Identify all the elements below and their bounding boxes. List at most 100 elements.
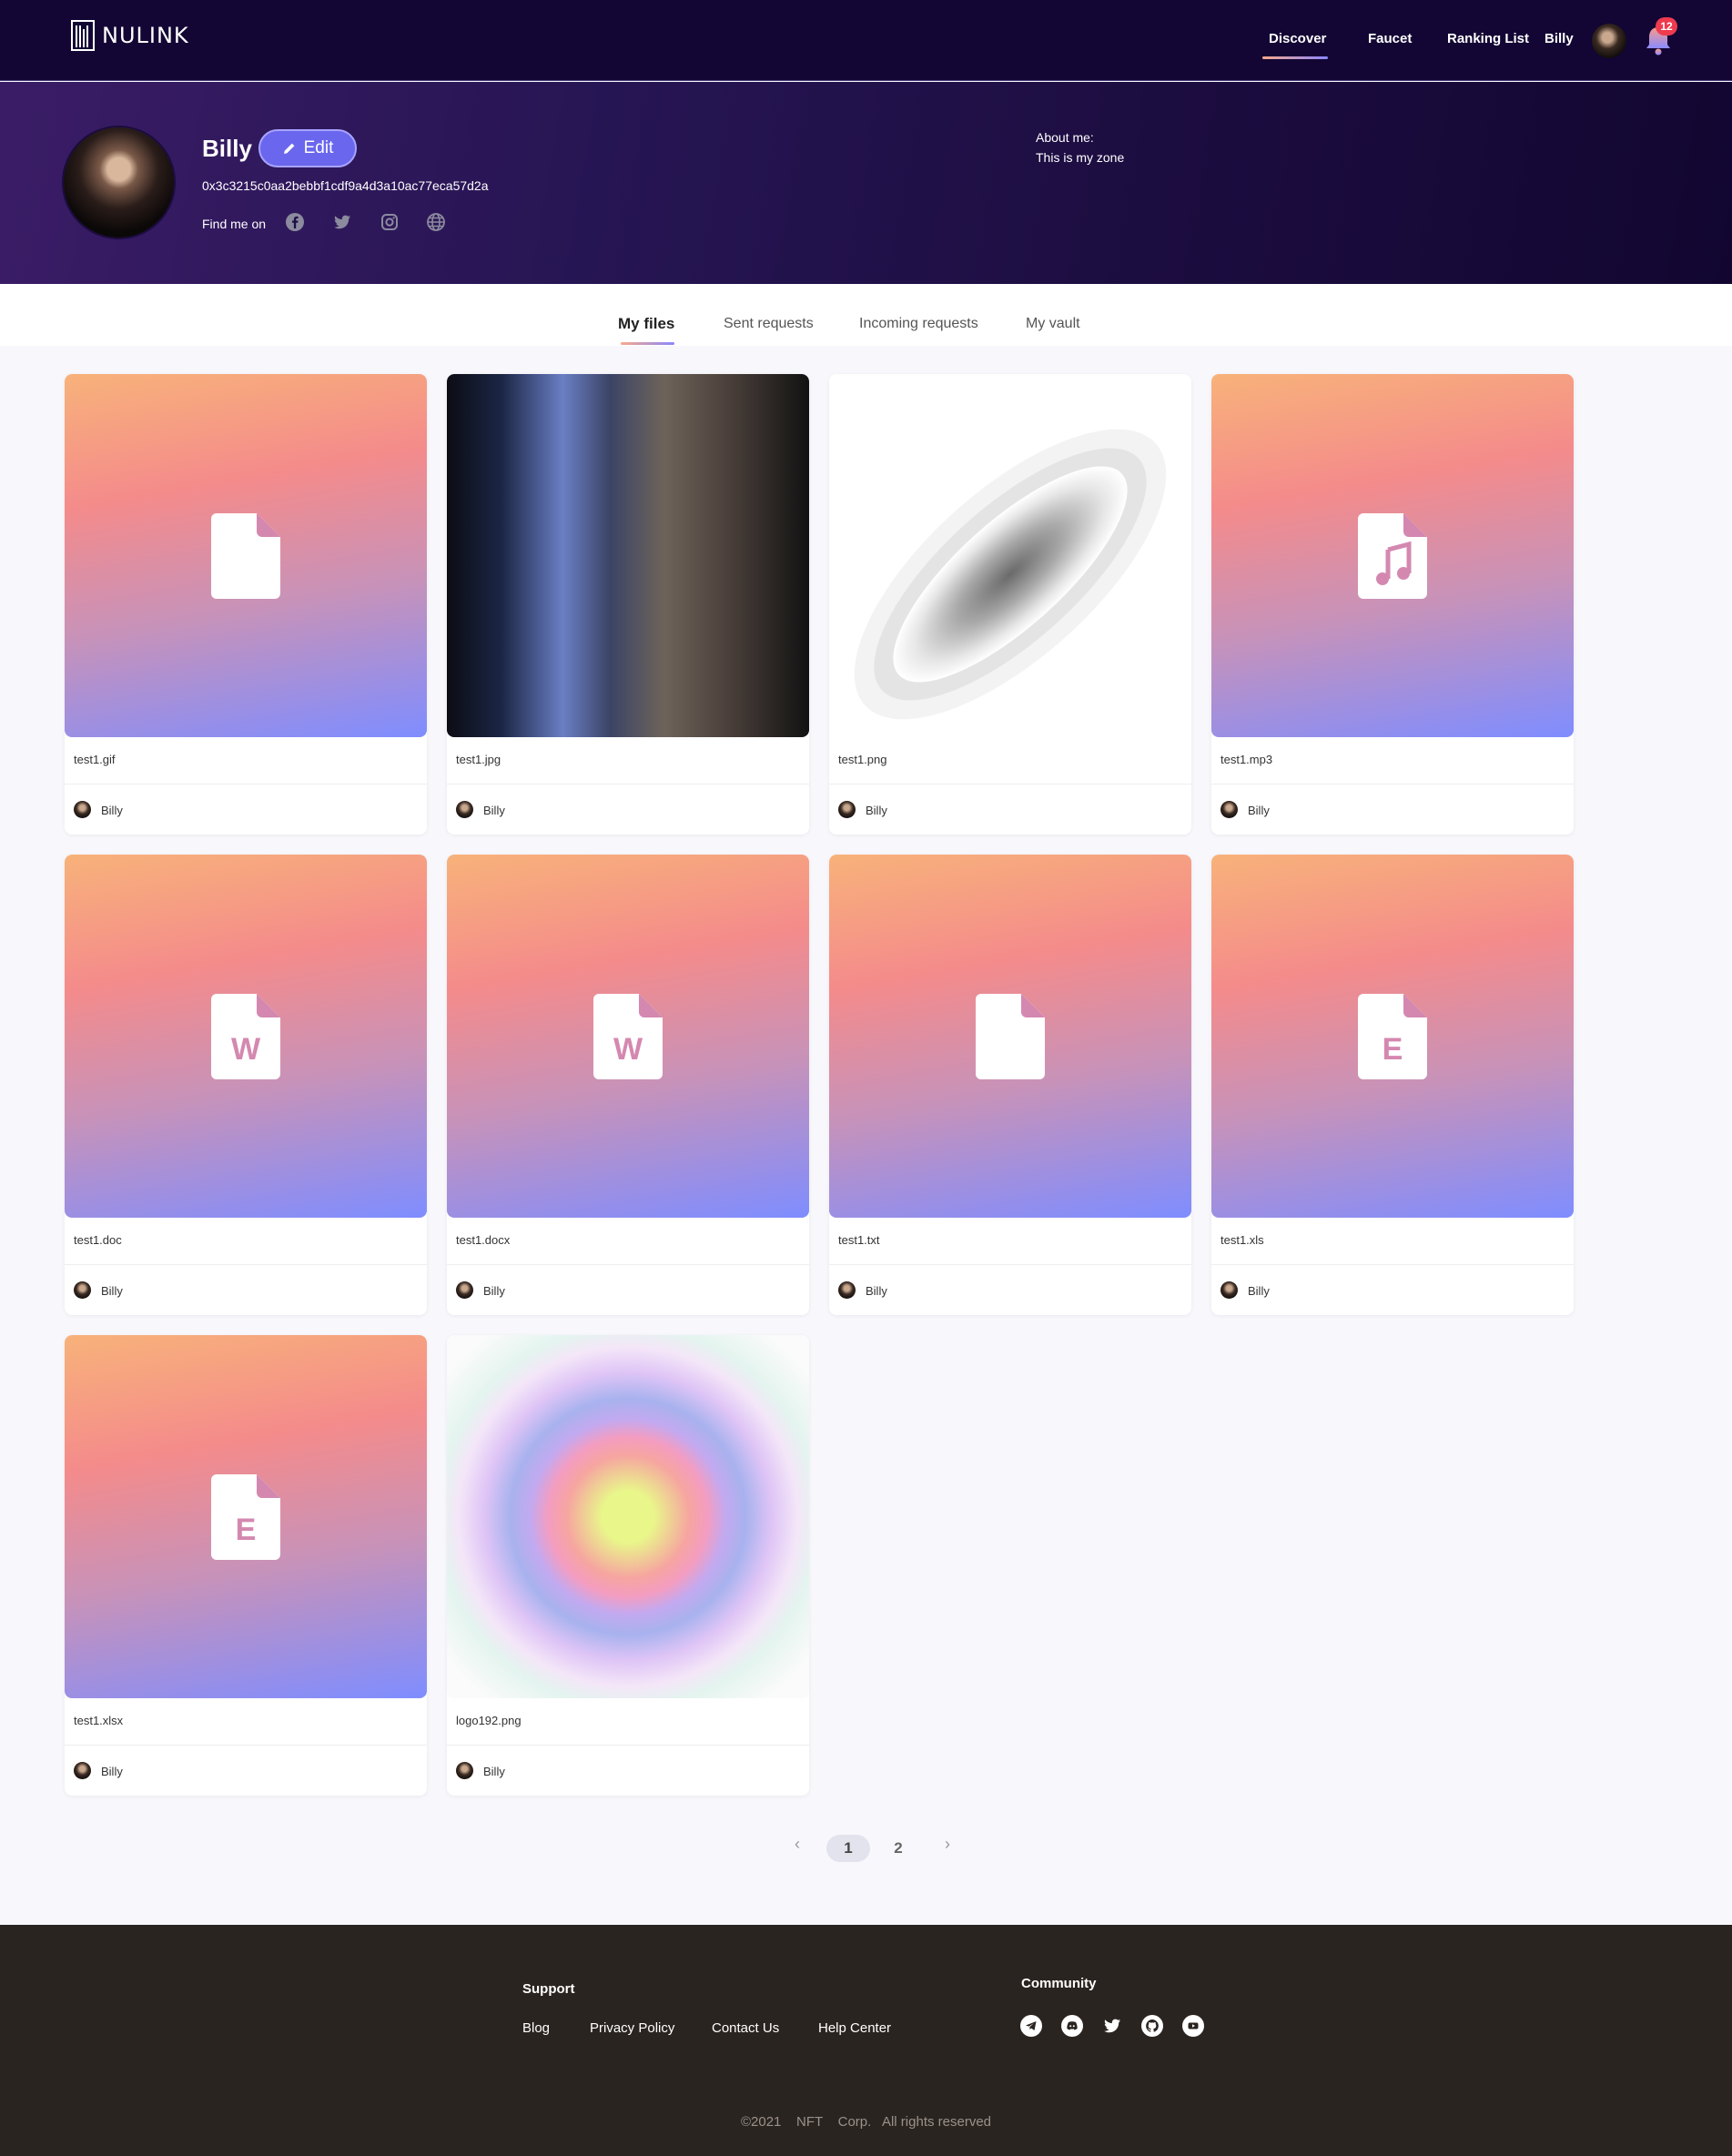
owner-avatar <box>74 801 91 818</box>
owner-name: Billy <box>1248 804 1270 817</box>
owner-name: Billy <box>866 1284 887 1298</box>
owner-avatar <box>838 801 856 818</box>
nav-faucet[interactable]: Faucet <box>1368 31 1412 46</box>
pagination-prev-button[interactable]: ‹ <box>795 1835 800 1854</box>
image-thumbnail <box>829 374 1191 737</box>
owner-name: Billy <box>1248 1284 1270 1298</box>
card-divider <box>447 1745 809 1746</box>
card-divider <box>65 1264 427 1265</box>
pencil-icon <box>283 143 295 154</box>
owner-avatar <box>74 1762 91 1779</box>
file-thumbnail <box>65 374 427 737</box>
owner-name: Billy <box>483 804 505 817</box>
owner-avatar <box>1221 801 1238 818</box>
tab-sent-requests[interactable]: Sent requests <box>724 316 814 332</box>
nav-discover[interactable]: Discover <box>1269 31 1326 46</box>
tab-incoming-requests[interactable]: Incoming requests <box>859 316 978 332</box>
image-thumbnail <box>447 374 809 737</box>
owner-avatar <box>456 1762 473 1779</box>
top-navbar: NULINK Discover Faucet Ranking List Bill… <box>0 0 1732 81</box>
pagination-page-1[interactable]: 1 <box>826 1835 870 1862</box>
owner-name: Billy <box>483 1765 505 1778</box>
file-name: test1.txt <box>838 1233 880 1247</box>
footer-link-blog[interactable]: Blog <box>522 2020 550 2036</box>
find-me-label: Find me on <box>202 217 267 231</box>
file-name: test1.mp3 <box>1221 753 1273 766</box>
about-me-text: This is my zone <box>1036 150 1125 165</box>
file-card[interactable]: test1.jpg Billy <box>447 374 809 835</box>
file-card[interactable]: E test1.xlsx Billy <box>65 1335 427 1796</box>
excel-file-icon: E <box>211 1474 280 1560</box>
tab-my-vault[interactable]: My vault <box>1026 316 1080 332</box>
profile-name: Billy <box>202 135 252 162</box>
file-name: test1.jpg <box>456 753 501 766</box>
file-card[interactable]: logo192.png Billy <box>447 1335 809 1796</box>
tab-my-files[interactable]: My files <box>618 315 674 333</box>
footer-link-help-center[interactable]: Help Center <box>818 2020 891 2036</box>
card-divider <box>829 1264 1191 1265</box>
user-avatar[interactable] <box>1592 24 1626 58</box>
owner-name: Billy <box>101 1765 123 1778</box>
music-file-icon <box>1358 513 1427 599</box>
facebook-icon[interactable] <box>285 212 305 232</box>
file-thumbnail: E <box>65 1335 427 1698</box>
profile-tabs: My files Sent requests Incoming requests… <box>0 284 1732 346</box>
file-card[interactable]: test1.gif Billy <box>65 374 427 835</box>
brand-name: NULINK <box>102 23 189 48</box>
nav-active-indicator <box>1262 56 1328 59</box>
brand-logo[interactable]: NULINK <box>71 20 189 51</box>
image-thumbnail <box>447 1335 809 1698</box>
nav-user-name[interactable]: Billy <box>1545 31 1574 46</box>
globe-icon[interactable] <box>426 212 446 232</box>
owner-avatar <box>74 1281 91 1299</box>
svg-text:W: W <box>231 1032 261 1067</box>
file-card[interactable]: W test1.docx Billy <box>447 855 809 1315</box>
twitter-icon[interactable] <box>332 212 352 232</box>
owner-avatar <box>838 1281 856 1299</box>
pagination-page-2[interactable]: 2 <box>876 1835 920 1862</box>
card-divider <box>1211 1264 1574 1265</box>
word-file-icon: W <box>211 994 280 1079</box>
edit-profile-button[interactable]: Edit <box>258 129 357 167</box>
owner-name: Billy <box>866 804 887 817</box>
abstract-image <box>854 429 1167 720</box>
discord-icon[interactable] <box>1061 2015 1083 2037</box>
about-me-label: About me: <box>1036 130 1094 145</box>
file-card[interactable]: W test1.doc Billy <box>65 855 427 1315</box>
file-card[interactable]: test1.mp3 Billy <box>1211 374 1574 835</box>
file-name: test1.doc <box>74 1233 122 1247</box>
file-name: test1.png <box>838 753 887 766</box>
file-name: logo192.png <box>456 1714 522 1727</box>
file-name: test1.xls <box>1221 1233 1264 1247</box>
footer-community-title: Community <box>1021 1976 1097 1991</box>
footer-link-contact-us[interactable]: Contact Us <box>712 2020 779 2036</box>
footer-link-privacy-policy[interactable]: Privacy Policy <box>590 2020 674 2036</box>
file-card[interactable]: test1.png Billy <box>829 374 1191 835</box>
instagram-icon[interactable] <box>380 212 400 232</box>
file-name: test1.xlsx <box>74 1714 124 1727</box>
file-icon <box>976 994 1045 1079</box>
file-name: test1.docx <box>456 1233 511 1247</box>
telegram-icon[interactable] <box>1020 2015 1042 2037</box>
owner-avatar <box>456 1281 473 1299</box>
owner-name: Billy <box>483 1284 505 1298</box>
owner-avatar <box>1221 1281 1238 1299</box>
word-file-icon: W <box>593 994 663 1079</box>
svg-text:W: W <box>613 1032 643 1067</box>
copyright: ©2021 NFT Corp. All rights reserved <box>740 2114 992 2130</box>
file-thumbnail <box>1211 374 1574 737</box>
tab-active-indicator <box>621 342 674 345</box>
footer-support-title: Support <box>522 1981 575 1997</box>
edit-label: Edit <box>303 138 334 157</box>
github-icon[interactable] <box>1141 2015 1163 2037</box>
youtube-icon[interactable] <box>1182 2015 1204 2037</box>
file-card[interactable]: test1.txt Billy <box>829 855 1191 1315</box>
file-thumbnail: E <box>1211 855 1574 1218</box>
twitter-icon[interactable] <box>1101 2015 1123 2037</box>
owner-name: Billy <box>101 1284 123 1298</box>
file-icon <box>211 513 280 599</box>
pagination-next-button[interactable]: › <box>945 1835 950 1854</box>
notification-badge: 12 <box>1656 17 1677 35</box>
nav-ranking-list[interactable]: Ranking List <box>1447 31 1529 46</box>
file-card[interactable]: E test1.xls Billy <box>1211 855 1574 1315</box>
